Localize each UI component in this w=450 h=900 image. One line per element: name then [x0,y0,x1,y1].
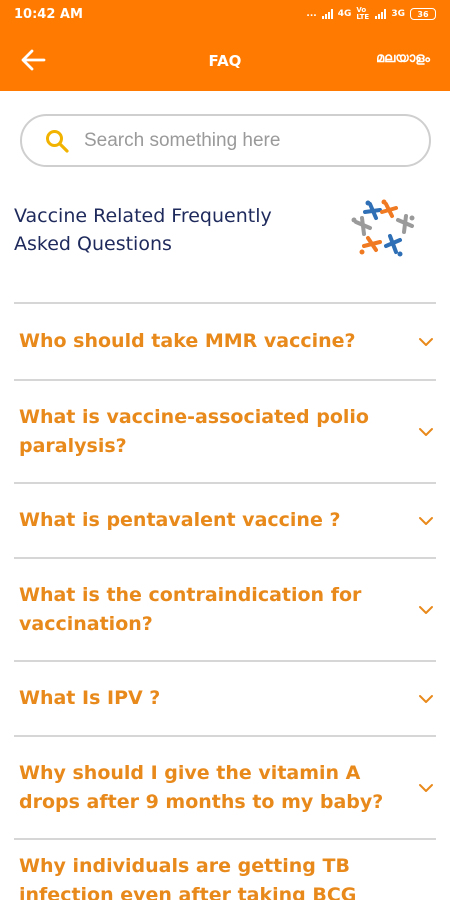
section-heading: Vaccine Related Frequently Asked Questio… [14,202,334,258]
volte-label: Vo LTE [356,6,370,21]
faq-question: Who should take MMR vaccine? [19,327,356,356]
faq-question-line2: drops after 9 months to my baby? [19,790,384,813]
faq-item-ipv[interactable]: What Is IPV ? [14,660,436,735]
faq-question: Why should I give the vitamin A drops af… [19,759,383,817]
faq-question-line1: Why should I give the vitamin A [19,761,361,784]
search-icon [46,129,69,153]
faq-question-line1: What is the contraindication for [19,583,362,606]
status-icons: ... 4G Vo LTE 3G 36 [306,7,436,21]
search-bar[interactable] [20,114,431,167]
status-time: 10:42 AM [14,6,83,22]
faq-question-line1: What is pentavalent vaccine ? [19,509,341,531]
chevron-down-icon [419,605,433,614]
app-bar: FAQ മലയാളം [0,28,450,91]
faq-question-line1: What is vaccine-associated polio [19,405,369,428]
faq-question: What is the contraindication for vaccina… [19,581,361,639]
back-arrow-icon [21,49,46,71]
faq-question-line2: vaccination? [19,612,153,635]
faq-item-contraindication[interactable]: What is the contraindication for vaccina… [14,557,436,660]
network-type-2: 3G [391,9,405,19]
language-toggle-button[interactable]: മലയാളം [376,51,430,66]
signal-icon [375,9,387,19]
faq-question-line1: Who should take MMR vaccine? [19,330,356,352]
vaccine-logo-icon [351,199,415,257]
faq-item-tb-bcg[interactable]: Why individuals are getting TB infection… [14,838,436,900]
status-dots: ... [306,9,317,19]
chevron-down-icon [419,694,433,703]
faq-list: Who should take MMR vaccine? What is vac… [14,302,436,900]
battery-level: 36 [417,9,429,19]
faq-item-vitamin-a[interactable]: Why should I give the vitamin A drops af… [14,735,436,838]
status-bar: 10:42 AM ... 4G Vo LTE 3G 36 [0,0,450,28]
chevron-down-icon [419,516,433,525]
faq-question-line2: infection even after taking BCG [19,884,357,900]
chevron-down-icon [419,337,433,346]
faq-question-line2: paralysis? [19,434,127,457]
faq-question: What is vaccine-associated polio paralys… [19,403,369,461]
faq-question: What Is IPV ? [19,684,160,713]
search-input[interactable] [84,129,404,152]
section-heading-line2: Asked Questions [14,233,172,255]
network-type-1: 4G [337,9,352,19]
faq-question-line1: What Is IPV ? [19,687,161,709]
faq-item-mmr[interactable]: Who should take MMR vaccine? [14,302,436,379]
back-button[interactable] [20,48,46,72]
chevron-down-icon [419,783,433,792]
faq-item-pentavalent[interactable]: What is pentavalent vaccine ? [14,482,436,557]
signal-icon [321,9,333,19]
chevron-down-icon [419,427,433,436]
faq-question-line1: Why individuals are getting TB [19,855,350,877]
section-heading-line1: Vaccine Related Frequently [14,205,272,227]
faq-item-polio-paralysis[interactable]: What is vaccine-associated polio paralys… [14,379,436,482]
faq-question: Why individuals are getting TB infection… [19,852,356,900]
faq-question: What is pentavalent vaccine ? [19,506,340,535]
battery-icon: 36 [410,8,436,20]
